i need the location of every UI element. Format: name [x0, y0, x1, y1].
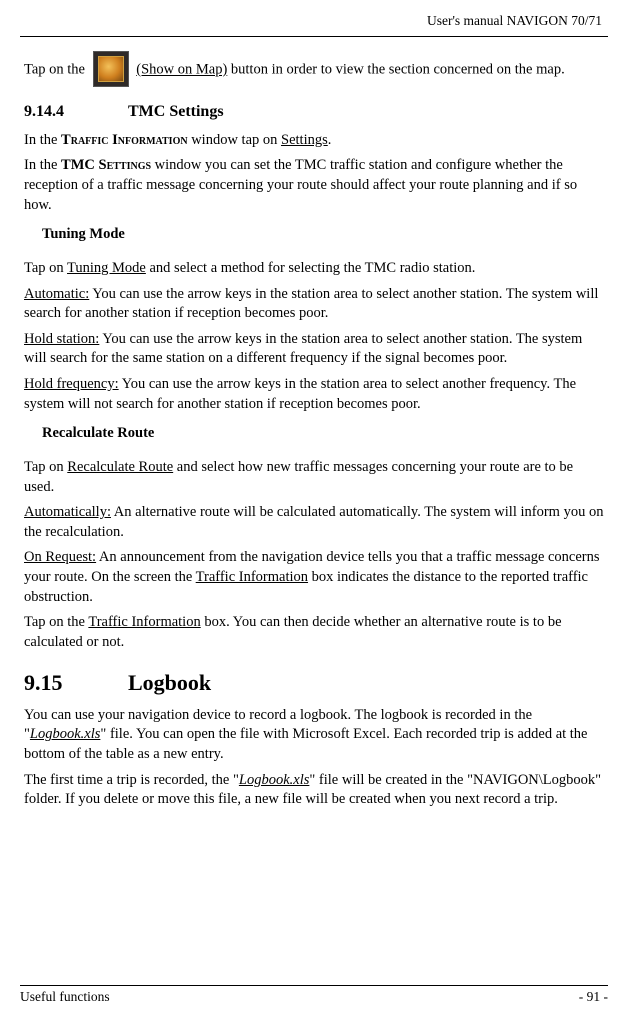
content-body: Tap on the (Show on Map) button in order…	[20, 51, 608, 809]
recalc-intro: Tap on Recalculate Route and select how …	[24, 458, 604, 497]
text: The first time a trip is recorded, the "	[24, 772, 239, 788]
show-on-map-icon	[93, 51, 129, 87]
page-footer: Useful functions - 91 -	[20, 985, 608, 1006]
text: Tap on the	[24, 614, 88, 630]
logbook-filename-1: Logbook.xls	[30, 726, 100, 742]
footer-right-page-number: - 91 -	[579, 988, 608, 1006]
text: You can use the arrow keys in the statio…	[24, 331, 582, 367]
logbook-p2: The first time a trip is recorded, the "…	[24, 771, 604, 810]
text: An alternative route will be calculated …	[24, 504, 603, 540]
text: Tap on the	[24, 62, 89, 78]
page: User's manual NAVIGON 70/71 Tap on the (…	[0, 0, 628, 1016]
text: In the	[24, 157, 61, 173]
text: .	[328, 132, 332, 148]
text: You can use the arrow keys in the statio…	[24, 286, 598, 322]
window-name-traffic-information: Traffic Information	[61, 132, 188, 148]
traffic-information-box-1: Traffic Information	[196, 569, 308, 585]
running-header: User's manual NAVIGON 70/71	[20, 12, 608, 36]
option-label-on-request: On Request:	[24, 549, 96, 565]
logbook-p1: You can use your navigation device to re…	[24, 706, 604, 765]
tuning-hold-frequency: Hold frequency: You can use the arrow ke…	[24, 375, 604, 414]
section-heading-9-14-4: 9.14.4 TMC Settings	[24, 101, 604, 123]
text: " file. You can open the file with Micro…	[24, 726, 588, 762]
window-name-tmc-settings: TMC Settings	[61, 157, 151, 173]
text: window tap on	[188, 132, 281, 148]
tmc-line-1: In the Traffic Information window tap on…	[24, 131, 604, 151]
section-title: TMC Settings	[128, 101, 224, 123]
text: Tap on	[24, 260, 67, 276]
logbook-filename-2: Logbook.xls	[239, 772, 309, 788]
text: and select a method for selecting the TM…	[146, 260, 476, 276]
tmc-line-2: In the TMC Settings window you can set t…	[24, 156, 604, 215]
tuning-mode-heading: Tuning Mode	[42, 225, 604, 245]
option-label-hold-frequency: Hold frequency:	[24, 376, 119, 392]
recalc-automatically: Automatically: An alternative route will…	[24, 503, 604, 542]
tuning-mode-link: Tuning Mode	[67, 260, 146, 276]
section-number: 9.14.4	[24, 101, 128, 123]
text: Tap on	[24, 459, 67, 475]
text: In the	[24, 132, 61, 148]
tuning-hold-station: Hold station: You can use the arrow keys…	[24, 330, 604, 369]
option-label-automatic: Automatic:	[24, 286, 89, 302]
recalculate-route-heading: Recalculate Route	[42, 424, 604, 444]
recalc-tap-box: Tap on the Traffic Information box. You …	[24, 613, 604, 652]
recalculate-route-link: Recalculate Route	[67, 459, 173, 475]
traffic-information-box-2: Traffic Information	[88, 614, 200, 630]
section-number: 9.15	[24, 668, 128, 698]
option-label-hold-station: Hold station:	[24, 331, 99, 347]
section-title: Logbook	[128, 668, 211, 698]
option-label-automatically: Automatically:	[24, 504, 111, 520]
settings-link: Settings	[281, 132, 328, 148]
tuning-intro: Tap on Tuning Mode and select a method f…	[24, 259, 604, 279]
footer-left: Useful functions	[20, 988, 110, 1006]
tuning-automatic: Automatic: You can use the arrow keys in…	[24, 285, 604, 324]
show-on-map-button-label: (Show on Map)	[136, 62, 227, 78]
section-heading-9-15: 9.15 Logbook	[24, 668, 604, 698]
header-rule	[20, 36, 608, 37]
text: button in order to view the section conc…	[227, 62, 564, 78]
recalc-on-request: On Request: An announcement from the nav…	[24, 548, 604, 607]
intro-paragraph: Tap on the (Show on Map) button in order…	[24, 51, 604, 89]
